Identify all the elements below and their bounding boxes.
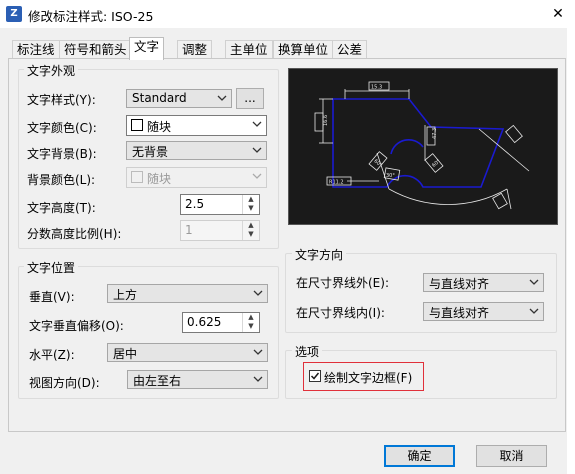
text-color-label: 文字颜色(C): bbox=[27, 121, 97, 135]
vertical-value: 上方 bbox=[113, 288, 138, 302]
tab-primary-units[interactable]: 主单位 bbox=[225, 40, 273, 59]
preview-dim-text: 30° bbox=[386, 173, 395, 179]
draw-frame-checkbox[interactable] bbox=[309, 370, 321, 382]
text-background-label: 文字背景(B): bbox=[27, 147, 97, 161]
text-direction-title: 文字方向 bbox=[292, 246, 347, 263]
preview-dim-text: 60° bbox=[431, 158, 442, 169]
inside-extension-select[interactable]: 与直线对齐 bbox=[423, 302, 544, 321]
inside-extension-value: 与直线对齐 bbox=[429, 306, 490, 320]
spinner-arrows[interactable]: ▲ ▼ bbox=[242, 313, 259, 332]
horizontal-select[interactable]: 居中 bbox=[107, 343, 268, 362]
vertical-offset-spinner[interactable]: 0.625 ▲ ▼ bbox=[182, 312, 260, 333]
ok-button[interactable]: 确定 bbox=[384, 445, 455, 467]
fraction-height-value: 1 bbox=[185, 223, 193, 237]
outside-extension-value: 与直线对齐 bbox=[429, 277, 490, 291]
text-appearance-title: 文字外观 bbox=[24, 62, 79, 79]
chevron-down-icon bbox=[529, 279, 539, 285]
color-swatch bbox=[131, 119, 143, 131]
text-background-select[interactable]: 无背景 bbox=[126, 141, 267, 160]
view-direction-select[interactable]: 由左至右 bbox=[127, 370, 268, 389]
chevron-down-icon bbox=[252, 121, 262, 127]
horizontal-value: 居中 bbox=[113, 347, 138, 361]
window-edge bbox=[567, 28, 575, 474]
cancel-button[interactable]: 取消 bbox=[476, 445, 547, 467]
text-style-select[interactable]: Standard bbox=[126, 89, 232, 108]
chevron-down-icon bbox=[252, 173, 262, 179]
chevron-down-icon bbox=[217, 95, 227, 101]
vertical-offset-label: 文字垂直偏移(O): bbox=[29, 319, 124, 333]
text-style-label: 文字样式(Y): bbox=[27, 93, 96, 107]
dimension-preview: 15.3 16.6 R11.2 47.3 30° 60° 60° bbox=[288, 68, 558, 225]
text-style-value: Standard bbox=[132, 91, 187, 105]
tab-dimension-lines[interactable]: 标注线 bbox=[12, 40, 60, 59]
preview-drawing: 15.3 16.6 R11.2 47.3 30° 60° 60° bbox=[314, 81, 530, 210]
preview-label-box bbox=[314, 112, 324, 132]
text-background-value: 无背景 bbox=[132, 145, 169, 159]
tab-fit[interactable]: 调整 bbox=[177, 40, 213, 59]
color-swatch bbox=[131, 171, 143, 183]
chevron-down-icon bbox=[253, 376, 263, 382]
outside-extension-label: 在尺寸界线外(E): bbox=[296, 276, 389, 290]
text-style-browse-button[interactable]: ... bbox=[236, 88, 264, 109]
preview-dim-text: 47.3 bbox=[432, 128, 438, 139]
vertical-select[interactable]: 上方 bbox=[107, 284, 268, 303]
vertical-offset-value: 0.625 bbox=[187, 315, 222, 329]
view-direction-label: 视图方向(D): bbox=[29, 376, 100, 390]
text-height-label: 文字高度(T): bbox=[27, 201, 96, 215]
text-height-value: 2.5 bbox=[185, 197, 205, 211]
preview-dim-text: 16.6 bbox=[323, 115, 329, 126]
tab-tolerances[interactable]: 公差 bbox=[332, 40, 368, 59]
fraction-height-label: 分数高度比例(H): bbox=[27, 227, 122, 241]
chevron-down-icon bbox=[253, 349, 263, 355]
tab-symbols-arrows[interactable]: 符号和箭头 bbox=[59, 40, 132, 59]
text-direction-group bbox=[285, 253, 557, 333]
app-icon: Z bbox=[6, 6, 22, 22]
outside-extension-select[interactable]: 与直线对齐 bbox=[423, 273, 544, 292]
chevron-down-icon bbox=[252, 147, 262, 153]
fraction-height-spinner[interactable]: 1 ▲ ▼ bbox=[180, 220, 260, 241]
title-bar: Z 修改标注样式: ISO-25 ✕ bbox=[0, 0, 575, 28]
close-button[interactable]: ✕ bbox=[548, 4, 568, 24]
text-color-value: 随块 bbox=[147, 120, 172, 134]
options-title: 选项 bbox=[292, 343, 323, 360]
text-height-spinner[interactable]: 2.5 ▲ ▼ bbox=[180, 194, 260, 215]
background-color-value: 随块 bbox=[147, 172, 172, 186]
preview-label-box bbox=[492, 192, 508, 210]
preview-arc bbox=[390, 139, 424, 155]
chevron-down-icon bbox=[253, 290, 263, 296]
preview-label-box bbox=[505, 124, 523, 144]
horizontal-label: 水平(Z): bbox=[29, 348, 75, 362]
tab-text[interactable]: 文字 bbox=[129, 37, 165, 60]
spinner-arrows[interactable]: ▲ ▼ bbox=[242, 221, 259, 240]
checkmark-icon bbox=[310, 372, 320, 380]
window-title: 修改标注样式: ISO-25 bbox=[28, 9, 154, 24]
tab-alternate-units[interactable]: 换算单位 bbox=[273, 40, 334, 59]
inside-extension-label: 在尺寸界线内(I): bbox=[296, 306, 385, 320]
vertical-label: 垂直(V): bbox=[29, 290, 75, 304]
text-placement-title: 文字位置 bbox=[24, 259, 79, 276]
chevron-down-icon bbox=[529, 308, 539, 314]
preview-dim-text: R11.2 bbox=[329, 180, 344, 186]
preview-dim-text: 15.3 bbox=[371, 85, 382, 91]
spinner-arrows[interactable]: ▲ ▼ bbox=[242, 195, 259, 214]
background-color-select[interactable]: 随块 bbox=[126, 167, 267, 188]
view-direction-value: 由左至右 bbox=[133, 374, 182, 388]
draw-frame-label[interactable]: 绘制文字边框(F) bbox=[324, 369, 412, 386]
background-color-label: 背景颜色(L): bbox=[27, 173, 96, 187]
text-color-select[interactable]: 随块 bbox=[126, 115, 267, 136]
